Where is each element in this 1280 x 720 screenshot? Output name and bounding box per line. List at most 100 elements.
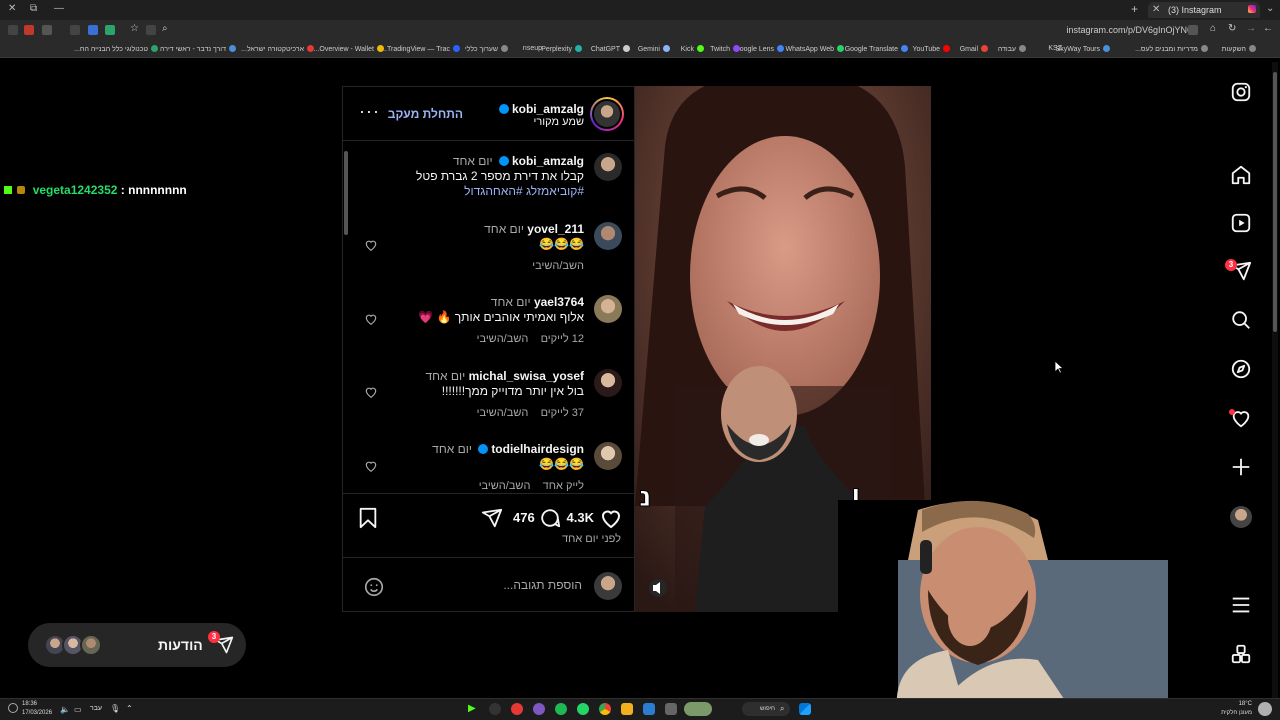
tab-instagram[interactable]: ✕ (3) Instagram xyxy=(1148,2,1260,18)
like-comment-heart-icon[interactable] xyxy=(364,312,378,326)
bookmark-item[interactable]: ארכיטקטורה ישראל... xyxy=(241,45,314,53)
more-options-icon[interactable]: ··· xyxy=(359,101,380,122)
add-comment-input[interactable]: הוספת תגובה... xyxy=(432,578,582,592)
bookmark-item[interactable]: ChatGPT xyxy=(591,45,630,53)
bookmark-item[interactable]: Twitch xyxy=(710,45,740,53)
weather-desc[interactable]: מעונן חלקית xyxy=(1221,710,1252,716)
bookmark-item[interactable]: Gemini xyxy=(638,45,670,53)
comments-scrollbar[interactable] xyxy=(344,145,349,495)
spotify-icon[interactable] xyxy=(555,703,567,715)
home-icon[interactable] xyxy=(1229,163,1253,187)
minimize-window-icon[interactable]: — xyxy=(54,3,64,14)
bookmark-item[interactable]: Overview - Wallet... xyxy=(314,45,384,53)
extension-icon[interactable] xyxy=(42,25,52,35)
search-icon[interactable]: ⌕ xyxy=(162,23,172,34)
emoji-icon[interactable] xyxy=(363,576,385,598)
reels-icon[interactable] xyxy=(1229,211,1253,235)
widget-icon[interactable] xyxy=(684,702,712,716)
comment-likes[interactable]: לייק אחד xyxy=(543,480,584,492)
language-indicator[interactable]: עבר xyxy=(90,705,102,712)
taskbar-time[interactable]: 18:36 xyxy=(22,701,37,707)
bookmark-item[interactable]: YouTube xyxy=(912,45,950,53)
comment-avatar[interactable] xyxy=(594,295,622,323)
reply-button[interactable]: השב/השיבי xyxy=(364,259,584,274)
comment-avatar[interactable] xyxy=(594,442,622,470)
menu-icon[interactable] xyxy=(8,25,18,35)
bookmark-item[interactable]: Google Translate xyxy=(845,45,908,53)
taskbar-date[interactable]: 17/03/2026 xyxy=(22,710,52,716)
likes-count[interactable]: 4.3K xyxy=(567,510,594,525)
follow-button[interactable]: התחלת מעקב xyxy=(383,107,463,121)
weather-temp[interactable]: 18°C xyxy=(1239,701,1252,707)
more-menu-icon[interactable] xyxy=(1229,593,1253,617)
profile-avatar[interactable] xyxy=(1230,506,1252,528)
instagram-logo-icon[interactable] xyxy=(1229,80,1253,104)
bookmark-item[interactable]: KSZ xyxy=(1048,45,1062,52)
extension-icon[interactable] xyxy=(24,25,34,35)
comment-avatar[interactable] xyxy=(594,369,622,397)
bookmark-item[interactable]: WhatsApp Web xyxy=(785,45,844,53)
mic-icon[interactable]: 🎙 xyxy=(110,704,120,713)
explore-icon[interactable] xyxy=(1229,357,1253,381)
caption-username[interactable]: kobi_amzalg xyxy=(512,154,584,168)
comment-icon[interactable] xyxy=(539,507,561,529)
share-icon[interactable] xyxy=(481,507,503,529)
bookmark-item[interactable]: Google Lens xyxy=(734,45,784,53)
comment-username[interactable]: yael3764 xyxy=(534,295,584,309)
app-icon[interactable] xyxy=(511,703,523,715)
chrome-icon[interactable] xyxy=(599,703,611,715)
page-scrollbar-thumb[interactable] xyxy=(1273,72,1277,332)
reload-icon[interactable]: ↻ xyxy=(1228,23,1238,34)
like-comment-heart-icon[interactable] xyxy=(364,385,378,399)
app-icon[interactable] xyxy=(489,703,501,715)
bookmark-icon[interactable] xyxy=(357,507,379,529)
comment-username[interactable]: michal_swisa_yosef xyxy=(469,369,584,383)
apps-icon[interactable] xyxy=(1229,642,1253,666)
app-icon[interactable] xyxy=(533,703,545,715)
home-icon[interactable]: ⌂ xyxy=(1210,23,1220,34)
back-icon[interactable]: ← xyxy=(1263,23,1273,34)
comments-count[interactable]: 476 xyxy=(513,510,535,525)
bookmark-item[interactable]: השקעות xyxy=(1222,45,1256,53)
copy-icon[interactable] xyxy=(146,25,156,35)
bookmark-item[interactable]: Perplexity xyxy=(541,45,582,53)
weather-icon[interactable] xyxy=(1258,702,1272,716)
close-window-icon[interactable]: ✕ xyxy=(8,3,16,14)
battery-icon[interactable]: ▭ xyxy=(74,705,82,714)
volume-icon[interactable]: 🔈 xyxy=(60,705,70,714)
comment-username[interactable]: yovel_211 xyxy=(527,222,584,236)
author-username[interactable]: kobi_amzalg xyxy=(512,102,584,116)
bookmark-item[interactable]: דורך נדבר - ראשי דירה xyxy=(160,45,236,53)
messages-pill[interactable]: הודעות 3 xyxy=(28,623,246,667)
bookmark-item[interactable]: שערוך כללי xyxy=(465,45,508,53)
create-plus-icon[interactable] xyxy=(1229,455,1253,479)
app-icon[interactable] xyxy=(643,703,655,715)
reply-button[interactable]: השב/השיבי xyxy=(477,333,529,345)
app-icon[interactable] xyxy=(665,703,677,715)
bookmark-item[interactable]: טכנולוגי כלל הבנייה הח... xyxy=(74,45,158,53)
caption-avatar[interactable] xyxy=(594,153,622,181)
whatsapp-icon[interactable] xyxy=(577,703,589,715)
bookmark-item[interactable]: SkyWay Tours xyxy=(1056,45,1110,53)
restore-window-icon[interactable]: ⧉ xyxy=(30,3,37,14)
bookmark-item[interactable]: עבודה xyxy=(998,45,1026,53)
star-icon[interactable]: ☆ xyxy=(130,23,140,34)
reply-button[interactable]: השב/השיבי xyxy=(479,480,531,492)
author-avatar[interactable] xyxy=(590,97,624,131)
bookmark-item[interactable]: Kick xyxy=(681,45,704,53)
folder-icon[interactable] xyxy=(621,703,633,715)
new-tab-icon[interactable]: + xyxy=(1131,2,1138,16)
bookmark-item[interactable]: nseup xyxy=(523,45,542,52)
search-icon[interactable] xyxy=(1229,308,1253,332)
close-tab-icon[interactable]: ✕ xyxy=(1152,4,1160,15)
tune-icon[interactable] xyxy=(1188,25,1198,35)
like-heart-icon[interactable] xyxy=(599,506,623,530)
extension-icon[interactable] xyxy=(105,25,115,35)
taskbar-search[interactable]: חיפוש ⌕ xyxy=(742,702,790,716)
windows-start-icon[interactable] xyxy=(799,703,811,715)
comment-avatar[interactable] xyxy=(594,222,622,250)
caption-hashtags[interactable]: #קוביאמזלג #האחהגדול xyxy=(364,184,584,199)
comment-likes[interactable]: 37 לייקים xyxy=(541,407,584,419)
chevron-down-icon[interactable]: ⌄ xyxy=(1266,3,1274,14)
like-comment-heart-icon[interactable] xyxy=(364,238,378,252)
